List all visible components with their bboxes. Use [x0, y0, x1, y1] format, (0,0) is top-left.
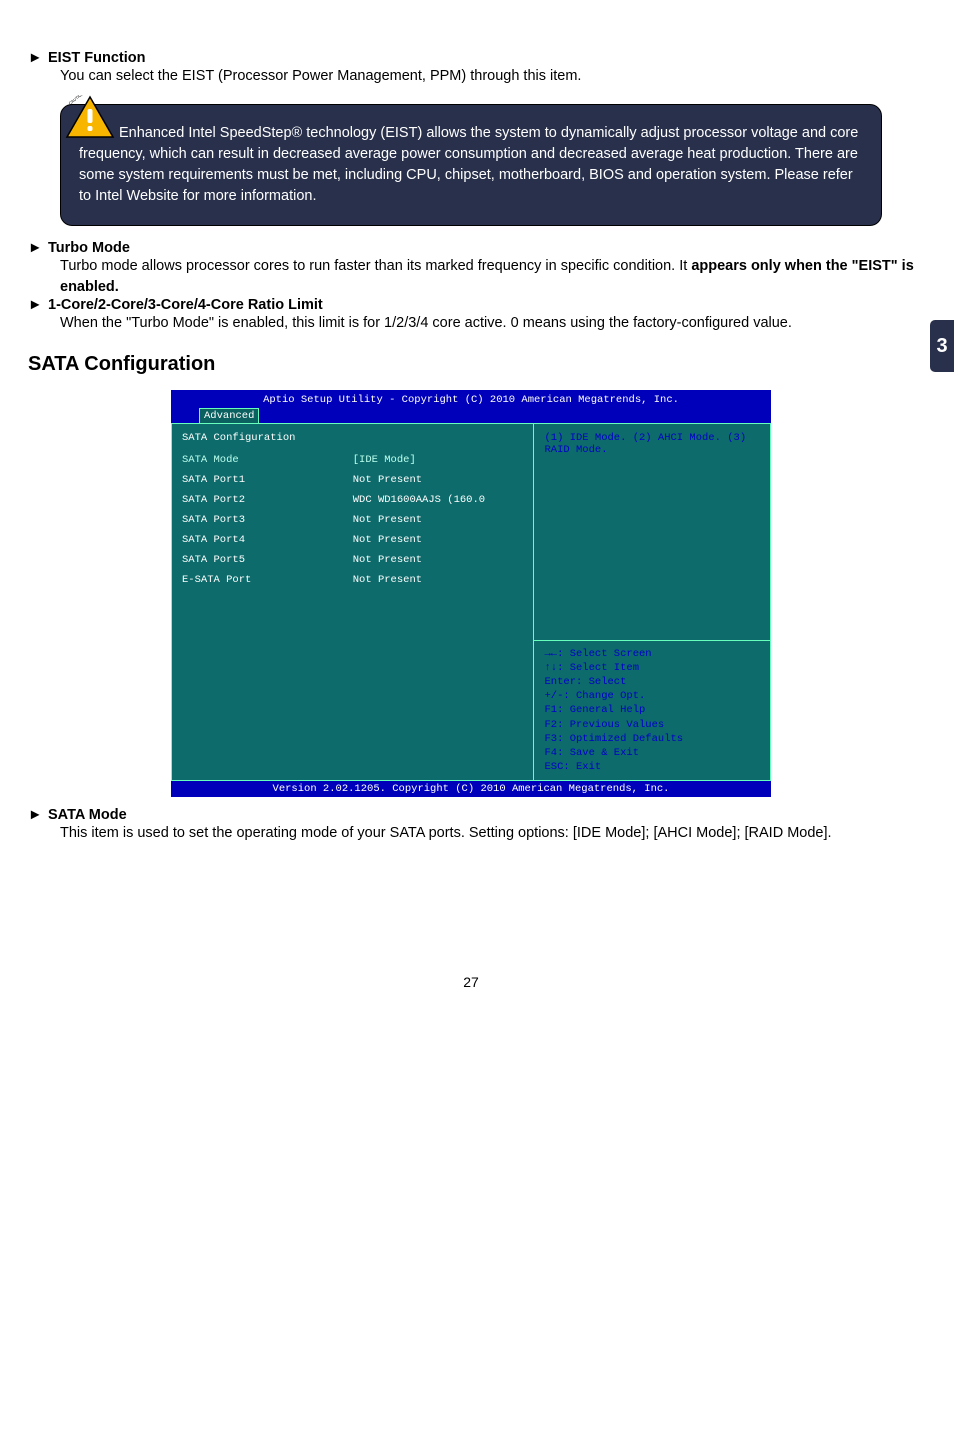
- marker-icon: ►: [28, 297, 48, 313]
- bios-screenshot: Aptio Setup Utility - Copyright (C) 2010…: [171, 390, 771, 797]
- side-page-number: 3: [936, 335, 947, 358]
- bios-tab-advanced[interactable]: Advanced: [199, 408, 259, 423]
- bios-item-value: [IDE Mode]: [353, 454, 524, 466]
- bios-item-value: Not Present: [353, 574, 524, 586]
- eist-heading: ►EIST Function: [28, 50, 914, 66]
- bios-key-line: F2: Previous Values: [544, 718, 760, 732]
- bios-key-line: ESC: Exit: [544, 760, 760, 774]
- bios-left-heading: SATA Configuration: [182, 432, 523, 444]
- bios-key-line: F1: General Help: [544, 703, 760, 717]
- eist-title: EIST Function: [48, 50, 145, 66]
- bios-item-value: Not Present: [353, 534, 524, 546]
- marker-icon: ►: [28, 240, 48, 256]
- sata-section-title: SATA Configuration: [28, 353, 914, 376]
- bios-key-line: Enter: Select: [544, 675, 760, 689]
- bios-item-value: Not Present: [353, 474, 524, 486]
- bios-item-label: SATA Port1: [182, 474, 353, 486]
- turbo-heading: ►Turbo Mode: [28, 240, 914, 256]
- marker-icon: ►: [28, 50, 48, 66]
- table-row: SATA Port5 Not Present: [182, 554, 523, 566]
- table-row: SATA Port4 Not Present: [182, 534, 523, 546]
- bios-tab-row: Advanced: [171, 408, 771, 423]
- bios-key-line: →←: Select Screen: [544, 647, 760, 661]
- bios-item-label: SATA Mode: [182, 454, 353, 466]
- caution-box: CAUTION Enhanced Intel SpeedStep® techno…: [60, 104, 882, 226]
- bios-item-label: SATA Port5: [182, 554, 353, 566]
- table-row: SATA Port2 WDC WD1600AAJS (160.0: [182, 494, 523, 506]
- turbo-body: Turbo mode allows processor cores to run…: [28, 256, 914, 297]
- bios-item-label: E-SATA Port: [182, 574, 353, 586]
- turbo-title: Turbo Mode: [48, 240, 130, 256]
- page-number: 27: [28, 974, 914, 990]
- eist-body: You can select the EIST (Processor Power…: [28, 66, 914, 86]
- bios-item-label: SATA Port2: [182, 494, 353, 506]
- core-ratio-title: 1-Core/2-Core/3-Core/4-Core Ratio Limit: [48, 297, 323, 313]
- table-row: SATA Port3 Not Present: [182, 514, 523, 526]
- bios-left-panel: SATA Configuration SATA Mode [IDE Mode] …: [172, 424, 533, 780]
- table-row[interactable]: SATA Mode [IDE Mode]: [182, 454, 523, 466]
- svg-text:CAUTION: CAUTION: [68, 95, 85, 106]
- side-page-tab: 3: [930, 320, 954, 372]
- sata-mode-body: This item is used to set the operating m…: [28, 823, 914, 843]
- bios-body: SATA Configuration SATA Mode [IDE Mode] …: [171, 423, 771, 781]
- sata-mode-heading: ►SATA Mode: [28, 807, 914, 823]
- bios-item-value: Not Present: [353, 554, 524, 566]
- turbo-body-a: Turbo mode allows processor cores to run…: [60, 258, 691, 274]
- bios-key-line: F4: Save & Exit: [544, 746, 760, 760]
- bios-key-help: →←: Select Screen ↑↓: Select Item Enter:…: [534, 640, 770, 781]
- bios-item-label: SATA Port3: [182, 514, 353, 526]
- bios-item-value: Not Present: [353, 514, 524, 526]
- bios-top-bar: Aptio Setup Utility - Copyright (C) 2010…: [171, 390, 771, 423]
- core-ratio-body: When the "Turbo Mode" is enabled, this l…: [28, 313, 914, 333]
- warning-icon: CAUTION: [65, 95, 115, 139]
- bios-right-panel: (1) IDE Mode. (2) AHCI Mode. (3) RAID Mo…: [533, 424, 770, 780]
- sata-mode-title: SATA Mode: [48, 807, 127, 823]
- bios-item-value: WDC WD1600AAJS (160.0: [353, 494, 524, 506]
- bios-key-line: +/-: Change Opt.: [544, 689, 760, 703]
- table-row: SATA Port1 Not Present: [182, 474, 523, 486]
- bios-key-line: ↑↓: Select Item: [544, 661, 760, 675]
- bios-key-line: F3: Optimized Defaults: [544, 732, 760, 746]
- table-row: E-SATA Port Not Present: [182, 574, 523, 586]
- bios-item-label: SATA Port4: [182, 534, 353, 546]
- caution-text: Enhanced Intel SpeedStep® technology (EI…: [79, 125, 858, 204]
- core-ratio-heading: ►1-Core/2-Core/3-Core/4-Core Ratio Limit: [28, 297, 914, 313]
- bios-help-text: (1) IDE Mode. (2) AHCI Mode. (3) RAID Mo…: [534, 424, 770, 639]
- bios-bottom-bar: Version 2.02.1205. Copyright (C) 2010 Am…: [171, 781, 771, 797]
- bios-top-title: Aptio Setup Utility - Copyright (C) 2010…: [171, 392, 771, 408]
- marker-icon: ►: [28, 807, 48, 823]
- page-content: ►EIST Function You can select the EIST (…: [0, 0, 954, 1030]
